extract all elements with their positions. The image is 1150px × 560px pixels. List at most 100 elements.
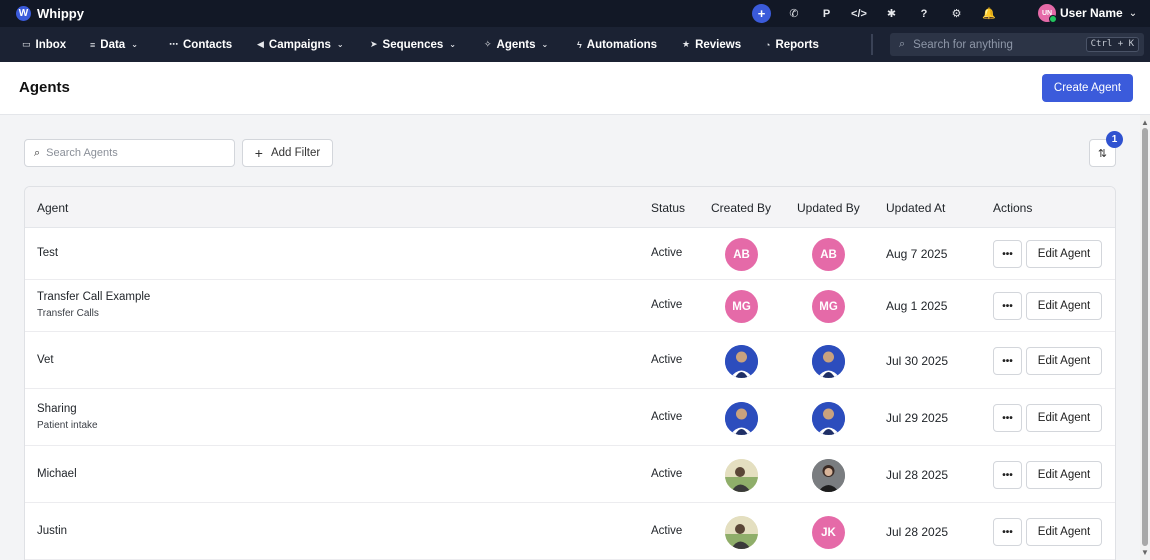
create-agent-button[interactable]: Create Agent <box>1042 74 1133 102</box>
status-text: Active <box>651 411 683 423</box>
sort-count-badge: 1 <box>1106 131 1123 148</box>
database-icon: ≡ <box>90 39 96 50</box>
agent-name[interactable]: Sharing <box>37 403 77 415</box>
nav-item-label: Inbox <box>35 38 67 51</box>
nav-item-inbox[interactable]: ▭ Inbox <box>22 27 66 62</box>
column-header-updated-at[interactable]: Updated At <box>886 201 945 215</box>
more-actions-button[interactable]: ••• <box>993 461 1022 489</box>
megaphone-icon: ◀ <box>257 39 264 49</box>
global-search[interactable]: ⌕ Search for anything Ctrl + K <box>890 33 1144 56</box>
status-text: Active <box>651 247 683 259</box>
table-row[interactable]: Transfer Call Example Transfer Calls Activ… <box>25 280 1115 332</box>
agent-name[interactable]: Test <box>37 247 58 259</box>
table-row[interactable]: Test Active AB AB Aug 7 2025 ••• Edit Agent <box>25 228 1115 280</box>
status-text: Active <box>651 354 683 366</box>
created-by-avatar-photo <box>725 345 758 378</box>
nav-item-label: Data <box>100 38 126 51</box>
nav-item-campaigns[interactable]: ◀ Campaigns ⌄ <box>257 27 344 62</box>
page-title: Agents <box>19 79 70 96</box>
status-text: Active <box>651 299 683 311</box>
add-filter-label: Add Filter <box>270 147 321 159</box>
more-actions-button[interactable]: ••• <box>993 404 1022 432</box>
agent-name[interactable]: Michael <box>37 468 77 480</box>
nav-item-reviews[interactable]: ★ Reviews <box>682 27 741 62</box>
agent-name[interactable]: Transfer Call Example <box>37 291 150 303</box>
app-logo[interactable]: W Whippy <box>16 6 84 21</box>
edit-agent-button[interactable]: Edit Agent <box>1026 461 1102 489</box>
nav-item-label: Contacts <box>183 38 233 51</box>
agent-search-box[interactable]: ⌕ <box>24 139 235 167</box>
edit-agent-button[interactable]: Edit Agent <box>1026 292 1102 320</box>
created-by-avatar-photo <box>725 459 758 492</box>
updated-at: Jul 28 2025 <box>886 468 949 482</box>
shortcut-hint: Ctrl + K <box>1085 37 1139 52</box>
search-icon: ⌕ <box>899 38 906 50</box>
status-text: Active <box>651 525 683 537</box>
table-row[interactable]: Sharing Patient intake Active Jul 29 2025 ••… <box>25 389 1115 446</box>
column-header-status[interactable]: Status <box>651 201 685 215</box>
created-by-avatar-photo <box>725 402 758 435</box>
phone-icon[interactable]: ✆ <box>785 4 804 23</box>
chevron-down-icon: ⌄ <box>541 40 549 49</box>
agents-table: Agent Status Created By Updated By Updat… <box>24 186 1116 560</box>
edit-agent-button[interactable]: Edit Agent <box>1026 240 1102 268</box>
add-filter-button[interactable]: + Add Filter <box>242 139 333 167</box>
nav-item-sequences[interactable]: ➤ Sequences ⌄ <box>370 27 456 62</box>
sparkle-icon: ✧ <box>484 39 492 49</box>
pie-icon: ◔ <box>765 39 771 50</box>
updated-by-avatar: JK <box>812 516 845 549</box>
nav-item-contacts[interactable]: ⋯ Contacts <box>169 27 232 62</box>
page-scrollbar[interactable]: ▲ ▼ <box>1140 115 1150 560</box>
agent-description: Patient intake <box>37 420 98 431</box>
top-icon-group: + ✆ P </> ✱? ⚙ 🔔 <box>752 4 1012 23</box>
user-name: User Name <box>1060 6 1123 20</box>
more-actions-button[interactable]: ••• <box>993 518 1022 546</box>
nav-item-automations[interactable]: ϟ Automations <box>577 27 657 62</box>
p-icon[interactable]: P <box>817 4 836 23</box>
inbox-icon: ▭ <box>22 39 31 49</box>
agent-name[interactable]: Vet <box>37 354 54 366</box>
help-icon[interactable]: ? <box>915 4 934 23</box>
nav-item-label: Agents <box>496 38 536 51</box>
plus-icon[interactable]: + <box>752 4 771 23</box>
column-header-updated-by[interactable]: Updated By <box>797 201 860 215</box>
edit-agent-button[interactable]: Edit Agent <box>1026 347 1102 375</box>
bell-icon[interactable]: 🔔 <box>980 4 999 23</box>
nav-divider <box>871 34 873 55</box>
nav-item-label: Reports <box>775 38 819 51</box>
table-header: Agent Status Created By Updated By Updat… <box>25 187 1115 228</box>
scroll-up-icon[interactable]: ▲ <box>1141 118 1149 127</box>
edit-agent-button[interactable]: Edit Agent <box>1026 518 1102 546</box>
updated-at: Aug 7 2025 <box>886 247 948 261</box>
column-header-agent[interactable]: Agent <box>37 201 68 215</box>
send-icon: ➤ <box>370 39 378 49</box>
global-search-placeholder: Search for anything <box>913 38 1013 51</box>
scroll-down-icon[interactable]: ▼ <box>1141 548 1149 557</box>
puzzle-icon[interactable]: ✱ <box>882 4 901 23</box>
nav-item-agents[interactable]: ✧ Agents ⌄ <box>484 27 548 62</box>
scroll-thumb[interactable] <box>1142 128 1148 546</box>
nav-item-data[interactable]: ≡ Data ⌄ <box>90 27 138 62</box>
column-header-created-by[interactable]: Created By <box>711 201 771 215</box>
edit-agent-button[interactable]: Edit Agent <box>1026 404 1102 432</box>
more-actions-button[interactable]: ••• <box>993 240 1022 268</box>
table-row[interactable]: Vet Active Jul 30 2025 ••• Edit Agent <box>25 332 1115 389</box>
gear-icon[interactable]: ⚙ <box>947 4 966 23</box>
nav-item-label: Reviews <box>695 38 742 51</box>
status-text: Active <box>651 468 683 480</box>
contacts-icon: ⋯ <box>169 39 178 49</box>
nav-item-reports[interactable]: ◔ Reports <box>765 27 819 62</box>
user-menu[interactable]: UN User Name ⌄ <box>1038 4 1138 23</box>
table-row[interactable]: Michael Active Jul 28 2025 ••• Edit Agent <box>25 446 1115 503</box>
agent-name[interactable]: Justin <box>37 525 67 537</box>
code-icon[interactable]: </> <box>850 4 869 23</box>
more-actions-button[interactable]: ••• <box>993 292 1022 320</box>
updated-at: Jul 30 2025 <box>886 354 949 368</box>
page-header: Agents Create Agent <box>0 62 1150 115</box>
agent-search-input[interactable] <box>46 147 217 159</box>
user-avatar: UN <box>1038 4 1057 23</box>
nav-item-label: Automations <box>586 38 658 51</box>
more-actions-button[interactable]: ••• <box>993 347 1022 375</box>
table-row[interactable]: Justin Active JK Jul 28 2025 ••• Edit Agent <box>25 503 1115 560</box>
chevron-down-icon: ⌄ <box>1128 7 1138 19</box>
